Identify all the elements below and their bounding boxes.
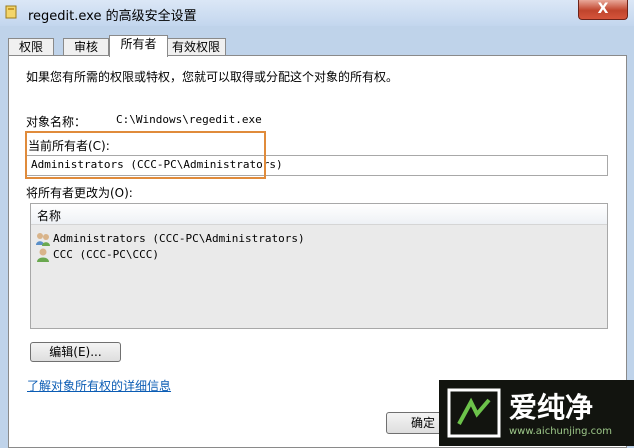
highlight-box [25, 131, 266, 179]
group-users-icon [36, 233, 50, 246]
tab-permissions[interactable]: 权限 [8, 38, 54, 56]
watermark: 爱纯净 www.aichunjing.com [439, 380, 634, 446]
title-bar: regedit.exe 的高级安全设置 X [0, 0, 634, 26]
close-icon: X [597, 1, 609, 17]
learn-more-link[interactable]: 了解对象所有权的详细信息 [27, 377, 171, 394]
list-column-header[interactable]: 名称 [31, 204, 607, 225]
tab-effective-permissions[interactable]: 有效权限 [166, 38, 226, 56]
brand-name: 爱纯净 [509, 391, 594, 424]
window-title: regedit.exe 的高级安全设置 [28, 9, 197, 24]
owner-name: CCC (CCC-PC\CCC) [53, 248, 159, 261]
owner-list[interactable]: 名称 Administrators (CCC-PC\Administrators… [30, 203, 608, 329]
change-owner-label: 将所有者更改为(O): [26, 186, 133, 200]
regedit-file-icon [5, 5, 17, 19]
owner-name: Administrators (CCC-PC\Administrators) [53, 232, 305, 245]
close-button[interactable]: X [578, 0, 628, 20]
tab-owner[interactable]: 所有者 [109, 35, 168, 57]
user-icon [37, 248, 49, 262]
column-name-label: 名称 [37, 209, 62, 223]
brand-url: www.aichunjing.com [509, 426, 612, 437]
intro-text: 如果您有所需的权限或特权，您就可以取得或分配这个对象的所有权。 [26, 70, 399, 84]
object-name-value: C:\Windows\regedit.exe [116, 113, 262, 126]
edit-button[interactable]: 编辑(E)... [30, 342, 121, 362]
tab-auditing[interactable]: 审核 [63, 38, 109, 56]
brand-logo-icon [447, 388, 501, 438]
object-name-label: 对象名称： [26, 115, 87, 129]
